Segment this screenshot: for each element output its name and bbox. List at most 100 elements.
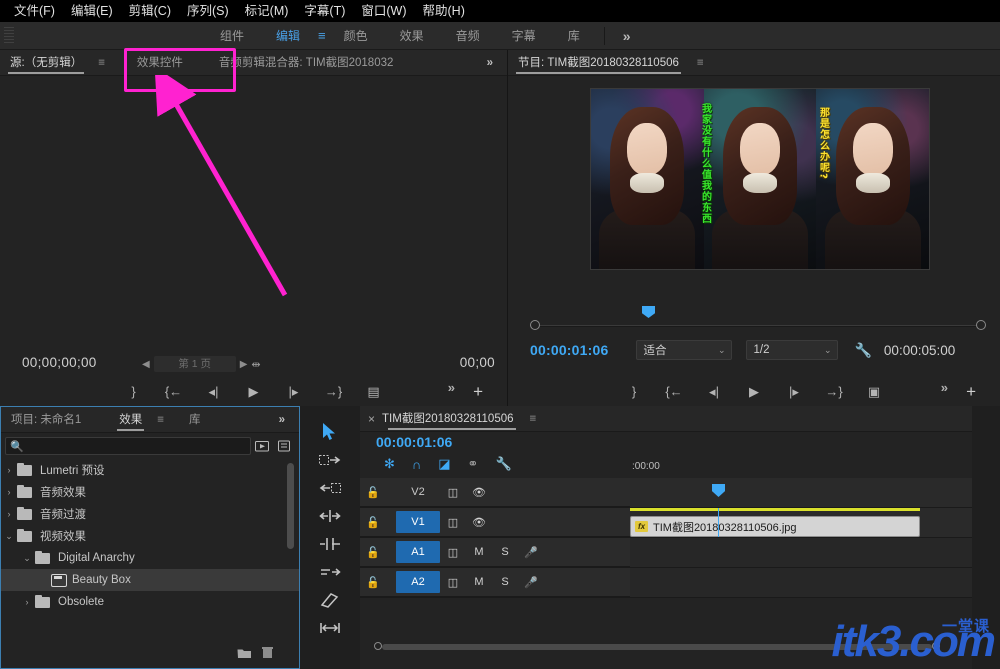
page-stack-icon[interactable]: ⇹ (251, 358, 260, 371)
step-forward-icon[interactable]: |▸ (774, 378, 814, 406)
lock-icon[interactable]: 🔓 (360, 546, 386, 559)
workspace-tab-color[interactable]: 颜色 (328, 22, 384, 50)
zoom-level-dropdown[interactable]: 适合 ⌄ (636, 340, 733, 360)
go-to-out-icon[interactable]: →} (314, 378, 354, 406)
program-button-editor-icon[interactable]: + (966, 382, 976, 402)
playback-resolution-dropdown[interactable]: 1/2 ⌄ (746, 340, 839, 360)
program-panel-menu-icon[interactable]: ≡ (689, 50, 712, 76)
track-body-a2[interactable] (630, 568, 1000, 597)
tree-item-obsolete[interactable]: › Obsolete (1, 591, 299, 613)
tab-source[interactable]: 源:（无剪辑） (0, 50, 92, 76)
go-to-out-icon[interactable]: →} (814, 378, 854, 406)
page-prev-icon[interactable]: ◀ (142, 359, 150, 370)
page-next-icon[interactable]: ▶ (240, 359, 248, 370)
menu-item-help[interactable]: 帮助(H) (415, 0, 473, 22)
track-row-v1[interactable]: 🔓 V1 ◫ 👁 fx TIM截图20180328110506.jpg (360, 484, 1000, 538)
tab-libraries[interactable]: 库 (179, 407, 211, 433)
track-body-v2[interactable] (630, 478, 1000, 507)
chevron-right-icon[interactable]: › (19, 597, 35, 607)
lock-icon[interactable]: 🔓 (360, 516, 386, 529)
track-select-backward-tool[interactable] (300, 474, 360, 502)
tab-program[interactable]: 节目: TIM截图20180328110506 (508, 50, 689, 76)
tab-sequence[interactable]: TIM截图20180328110506 (380, 406, 524, 432)
mic-icon[interactable]: 🎤 (518, 546, 544, 559)
workspace-tab-editing[interactable]: 编辑 (260, 22, 316, 50)
tree-item-audio-effects[interactable]: › 音频效果 (1, 481, 299, 503)
program-scrubber[interactable] (530, 306, 986, 332)
razor-tool[interactable] (300, 586, 360, 614)
tree-item-audio-transitions[interactable]: › 音频过渡 (1, 503, 299, 525)
new-bin-icon[interactable] (237, 646, 252, 664)
effects-tree[interactable]: › Lumetri 预设 › 音频效果 › 音频过渡 ⌄ 视频效果 ⌄ Digi… (1, 459, 299, 640)
timeline-settings-icon[interactable]: 🔧 (495, 456, 511, 472)
track-name-v1[interactable]: V1 (396, 511, 440, 533)
tree-item-lumetri-presets[interactable]: › Lumetri 预设 (1, 459, 299, 481)
workspace-tab-audio[interactable]: 音频 (440, 22, 496, 50)
scrollbar-left-handle[interactable] (374, 642, 382, 650)
delete-icon[interactable] (262, 646, 273, 664)
lock-icon[interactable]: 🔓 (360, 576, 386, 589)
eye-icon[interactable]: 👁 (466, 516, 492, 529)
scrubber-end-handle[interactable] (976, 320, 986, 330)
tab-audio-clip-mixer[interactable]: 音频剪辑混合器: TIM截图2018032 (209, 50, 403, 76)
timeline-current-timecode[interactable]: 00:00:01:06 (376, 434, 452, 450)
tab-project[interactable]: 项目: 未命名1 (1, 407, 91, 433)
effects-panel-menu-icon[interactable]: ≡ (152, 407, 169, 433)
linked-selection-icon[interactable]: ◪ (438, 456, 450, 472)
timeline-panel-menu-icon[interactable]: ≡ (524, 406, 543, 432)
search-input[interactable] (23, 440, 250, 452)
snap-insert-icon[interactable]: ✻ (384, 456, 395, 472)
tree-item-video-effects[interactable]: ⌄ 视频效果 (1, 525, 299, 547)
track-header-v2[interactable]: 🔓 V2 ◫ 👁 (360, 478, 630, 507)
rolling-edit-tool[interactable] (300, 530, 360, 558)
tab-effect-controls[interactable]: 效果控件 (111, 50, 209, 76)
program-playhead[interactable] (642, 306, 655, 318)
effects-search-box[interactable]: 🔍 (5, 437, 251, 455)
effects-panel-overflow-icon[interactable]: » (269, 407, 295, 433)
sync-icon[interactable]: ◫ (440, 486, 466, 499)
insert-icon[interactable]: ▤ (354, 378, 394, 406)
close-icon[interactable]: × (360, 412, 380, 426)
menu-item-clip[interactable]: 剪辑(C) (121, 0, 179, 22)
scrubber-start-handle[interactable] (530, 320, 540, 330)
mic-icon[interactable]: 🎤 (518, 576, 544, 589)
mute-button[interactable]: M (466, 576, 492, 588)
selection-tool[interactable] (300, 418, 360, 446)
tree-item-digital-anarchy[interactable]: ⌄ Digital Anarchy (1, 547, 299, 569)
workspace-menu-icon[interactable]: ≡ (316, 28, 328, 43)
track-body-v1[interactable]: fx TIM截图20180328110506.jpg (630, 484, 1000, 537)
track-name-v2[interactable]: V2 (396, 481, 440, 503)
eye-icon[interactable]: 👁 (466, 486, 492, 499)
workspace-tab-captions[interactable]: 字幕 (496, 22, 552, 50)
workspace-tab-library[interactable]: 库 (552, 22, 596, 50)
chevron-right-icon[interactable]: › (1, 487, 17, 497)
scrollbar-thumb[interactable] (382, 644, 932, 650)
source-duration-timecode[interactable]: 00;00 (460, 355, 495, 370)
mark-out-icon[interactable]: } (114, 378, 154, 406)
menu-item-edit[interactable]: 编辑(E) (63, 0, 121, 22)
timeline-playhead[interactable] (712, 484, 725, 537)
step-forward-icon[interactable]: |▸ (274, 378, 314, 406)
new-preset-icon[interactable] (251, 437, 273, 455)
lock-icon[interactable]: 🔓 (360, 486, 386, 499)
tab-effects[interactable]: 效果 (109, 407, 152, 433)
chevron-down-icon[interactable]: ⌄ (1, 531, 17, 542)
track-row-v2[interactable]: 🔓 V2 ◫ 👁 (360, 478, 1000, 508)
menu-item-sequence[interactable]: 序列(S) (179, 0, 237, 22)
effects-scrollbar[interactable] (287, 463, 294, 549)
go-to-in-icon[interactable]: {← (654, 378, 694, 406)
track-select-forward-tool[interactable] (300, 446, 360, 474)
marker-icon[interactable]: ⚭ (468, 456, 479, 472)
track-header-a2[interactable]: 🔓 A2 ◫ M S 🎤 (360, 568, 630, 597)
program-transport-overflow-icon[interactable]: » (941, 380, 948, 395)
track-name-a2[interactable]: A2 (396, 571, 440, 593)
magnet-snap-icon[interactable]: ∩ (412, 457, 421, 472)
workspace-drag-handle[interactable] (4, 26, 14, 45)
track-name-a1[interactable]: A1 (396, 541, 440, 563)
workspace-tab-effects[interactable]: 效果 (384, 22, 440, 50)
step-back-icon[interactable]: ◂| (694, 378, 734, 406)
mute-button[interactable]: M (466, 546, 492, 558)
chevron-right-icon[interactable]: › (1, 509, 17, 519)
workspace-tab-assembly[interactable]: 组件 (204, 22, 260, 50)
page-label[interactable]: 第 1 页 (153, 356, 236, 372)
